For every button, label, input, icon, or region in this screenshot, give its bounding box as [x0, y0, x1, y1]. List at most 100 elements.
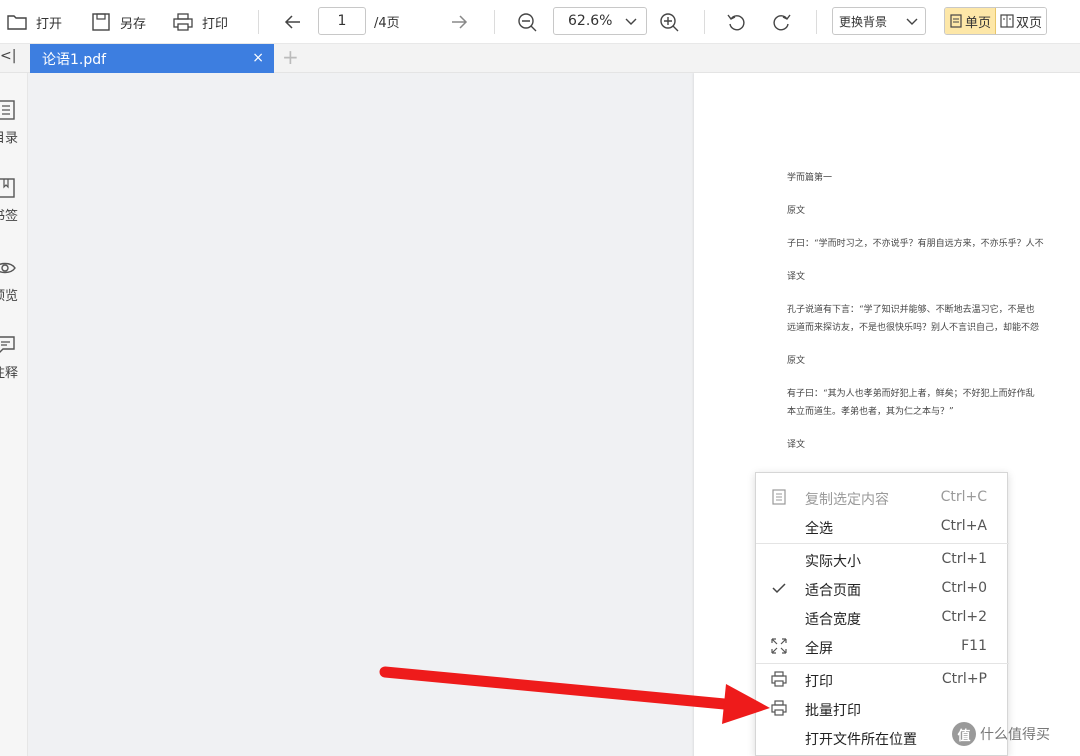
- menu-item-label: 全选: [805, 521, 833, 537]
- tab-document[interactable]: 论语1.pdf ×: [30, 44, 274, 73]
- sidebar-item-label: 书签: [0, 209, 19, 224]
- tab-bar: <| 论语1.pdf × +: [0, 44, 1080, 73]
- menu-item-label: 打开文件所在位置: [805, 732, 917, 748]
- menu-item-shortcut: Ctrl+2: [941, 609, 987, 625]
- open-label: 打开: [36, 16, 63, 32]
- double-page-label: 双页: [1016, 15, 1043, 31]
- doc-line: 原文: [787, 356, 806, 366]
- menu-item-fit-width[interactable]: 适合宽度 Ctrl+2: [756, 603, 1009, 632]
- eye-icon: [0, 262, 16, 274]
- menu-item-shortcut: Ctrl+C: [940, 489, 987, 505]
- menu-item-shortcut: F11: [961, 638, 987, 654]
- menu-item-print[interactable]: 打印 Ctrl+P: [756, 665, 1009, 694]
- doc-line: 译文: [787, 272, 806, 282]
- menu-item-copy[interactable]: 复制选定内容 Ctrl+C: [756, 483, 1009, 512]
- menu-item-label: 实际大小: [805, 554, 861, 570]
- sidebar-item-bookmark[interactable]: 书签: [0, 177, 27, 224]
- page-total: /4页: [374, 16, 400, 31]
- doc-line: 学而篇第一: [787, 173, 833, 183]
- menu-item-shortcut: Ctrl+1: [941, 551, 987, 567]
- menu-item-label: 打印: [805, 674, 833, 690]
- printer-icon: [771, 671, 787, 687]
- menu-item-shortcut: Ctrl+0: [941, 580, 987, 596]
- zoom-value: 62.6%: [568, 13, 613, 29]
- watermark: 值 什么值得买: [952, 721, 1050, 747]
- menu-item-actual-size[interactable]: 实际大小 Ctrl+1: [756, 545, 1009, 574]
- new-tab-button[interactable]: +: [282, 47, 299, 67]
- doc-line: 本立而道生。孝弟也者，其为仁之本与？”: [787, 407, 954, 417]
- sidebar-collapse-button[interactable]: <|: [0, 48, 16, 64]
- rotate-left-button[interactable]: [726, 8, 748, 36]
- menu-item-label: 适合页面: [805, 583, 861, 599]
- menu-item-shortcut: Ctrl+P: [941, 671, 987, 687]
- save-as-label: 另存: [120, 16, 147, 32]
- chevron-down-icon: [906, 18, 918, 25]
- page-view-toggle: 单页 双页: [944, 7, 1048, 35]
- single-page-button[interactable]: 单页: [945, 8, 997, 34]
- check-icon: [772, 583, 786, 594]
- toolbar-divider: [494, 10, 495, 34]
- toolbar-divider: [258, 10, 259, 34]
- single-page-icon: [950, 14, 962, 28]
- menu-item-label: 批量打印: [805, 703, 861, 719]
- doc-line: 原文: [787, 206, 806, 216]
- printer-icon: [771, 700, 787, 716]
- doc-line: 有子曰：“其为人也孝弟而好犯上者，鲜矣；不好犯上而好作乱: [787, 389, 1035, 399]
- doc-line: 远道而来探访友，不是也很快乐吗？别人不言识自己，却能不怨: [787, 323, 1040, 333]
- copy-icon: [772, 489, 786, 505]
- toolbar-divider: [704, 10, 705, 34]
- zoom-in-button[interactable]: [658, 8, 680, 36]
- print-label: 打印: [202, 16, 229, 32]
- menu-item-shortcut: Ctrl+A: [940, 518, 987, 534]
- single-page-label: 单页: [965, 15, 992, 31]
- doc-line: 子曰：“学而时习之，不亦说乎？有朋自远方来，不亦乐乎？人不: [787, 239, 1044, 249]
- print-button[interactable]: 打印: [172, 8, 228, 36]
- menu-divider: [756, 543, 1009, 544]
- context-menu: 复制选定内容 Ctrl+C 全选 Ctrl+A 实际大小 Ctrl+1 适合页面…: [755, 472, 1009, 756]
- doc-line: 译文: [787, 440, 806, 450]
- background-label: 更换背景: [839, 14, 888, 29]
- doc-line: 孔子说道有下言：“学了知识并能够、不断地去温习它，不是也: [787, 305, 1035, 315]
- zoom-in-icon: [660, 13, 679, 32]
- arrow-left-icon: [284, 15, 300, 29]
- arrow-right-icon: [452, 15, 468, 29]
- sidebar-item-label: 预览: [0, 289, 19, 304]
- tab-title: 论语1.pdf: [42, 51, 107, 68]
- watermark-text: 什么值得买: [980, 727, 1050, 743]
- menu-item-label: 适合宽度: [805, 612, 861, 628]
- menu-item-label: 复制选定内容: [805, 492, 889, 508]
- zoom-out-button[interactable]: [516, 8, 538, 36]
- double-page-icon: [1000, 14, 1014, 28]
- background-select[interactable]: 更换背景: [832, 7, 926, 35]
- open-button[interactable]: 打开: [6, 8, 62, 36]
- menu-item-select-all[interactable]: 全选 Ctrl+A: [756, 512, 1009, 541]
- prev-page-button[interactable]: [282, 8, 304, 36]
- save-as-button[interactable]: 另存: [90, 8, 146, 36]
- sidebar-item-toc[interactable]: 目录: [0, 99, 27, 146]
- comment-icon: [0, 336, 15, 353]
- save-icon: [92, 13, 110, 31]
- double-page-button[interactable]: 双页: [996, 8, 1047, 34]
- next-page-button[interactable]: [448, 8, 470, 36]
- page-number-input[interactable]: [318, 7, 366, 35]
- menu-item-fullscreen[interactable]: 全屏 F11: [756, 632, 1009, 661]
- rotate-ccw-icon: [727, 14, 745, 31]
- toc-icon: [0, 100, 15, 120]
- close-tab-button[interactable]: ×: [252, 50, 264, 66]
- watermark-badge: 值: [952, 722, 976, 746]
- menu-item-batch-print[interactable]: 批量打印: [756, 694, 1009, 723]
- chevron-down-icon: [625, 18, 637, 25]
- fullscreen-icon: [771, 638, 787, 654]
- sidebar-item-preview[interactable]: 预览: [0, 257, 27, 304]
- sidebar: 目录 书签 预览 注释: [0, 73, 28, 756]
- zoom-out-icon: [518, 13, 537, 32]
- menu-item-fit-page[interactable]: 适合页面 Ctrl+0: [756, 574, 1009, 603]
- rotate-right-button[interactable]: [770, 8, 792, 36]
- toolbar-divider: [816, 10, 817, 34]
- sidebar-item-comments[interactable]: 注释: [0, 334, 27, 381]
- zoom-select[interactable]: 62.6%: [553, 7, 647, 35]
- sidebar-item-label: 目录: [0, 131, 19, 146]
- printer-icon: [173, 13, 193, 31]
- rotate-cw-icon: [773, 14, 791, 31]
- sidebar-item-label: 注释: [0, 366, 19, 381]
